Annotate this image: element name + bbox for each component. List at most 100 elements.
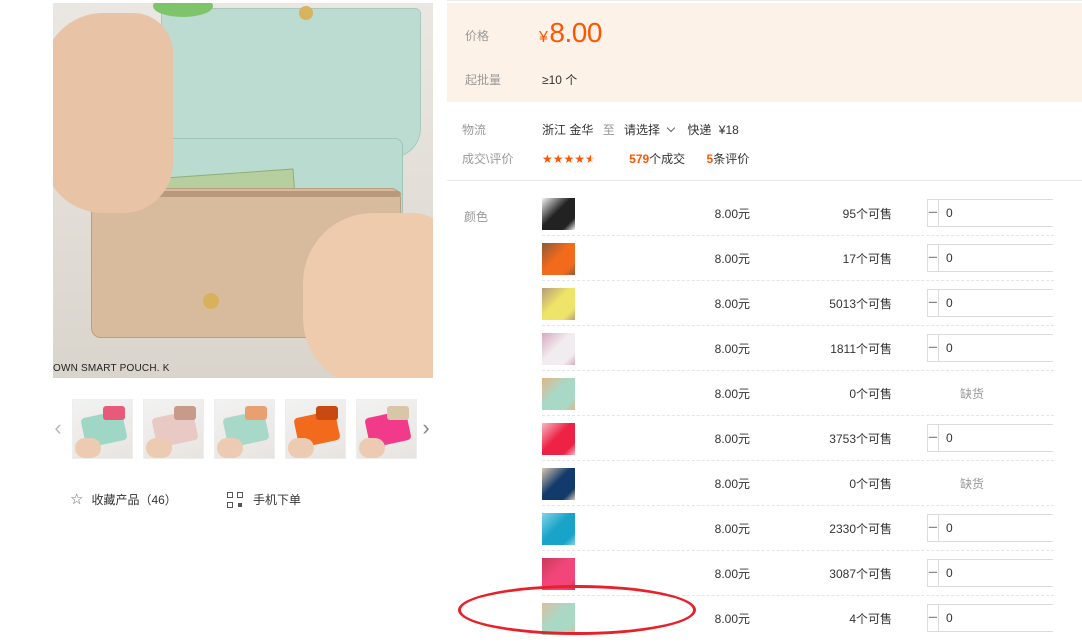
sku-price: 8.00元 (714, 207, 750, 221)
quantity-stepper: −+ (927, 334, 1082, 362)
sku-stock: 3087个可售 (829, 567, 892, 581)
product-thumbnail[interactable] (143, 399, 204, 459)
sku-row: 8.00元 17个可售 −+ (542, 236, 1082, 281)
quantity-stepper: −+ (927, 514, 1082, 542)
qr-code-icon (227, 491, 243, 508)
photo-clasp (203, 293, 219, 309)
quantity-stepper: −+ (927, 604, 1082, 632)
photo-left-hand (53, 13, 173, 213)
shipping-method: 快递 (687, 123, 712, 137)
quantity-input[interactable] (938, 560, 1082, 586)
sku-price: 8.00元 (714, 387, 750, 401)
quantity-input[interactable] (938, 515, 1082, 541)
thumbnail-hand (288, 438, 314, 458)
sku-swatch-image[interactable] (542, 378, 575, 410)
price-amount: 8.00 (549, 17, 602, 48)
currency-symbol: ¥ (539, 29, 548, 46)
minus-icon[interactable]: − (928, 425, 939, 451)
thumbnail-strip (72, 399, 417, 459)
sku-price: 8.00元 (714, 252, 750, 266)
thumbnail-detail (174, 406, 196, 420)
sku-price: 8.00元 (714, 567, 750, 581)
deals-link[interactable]: 579个成交 (629, 152, 685, 166)
sku-price: 8.00元 (714, 297, 750, 311)
quantity-stepper: −+ (927, 559, 1082, 587)
thumbnail-hand (359, 438, 385, 458)
sold-out-label: 缺货 (959, 387, 984, 401)
shipping-detail: 浙江 金华 至 请选择 快递 ¥18 (542, 121, 739, 138)
shipping-destination-select[interactable]: 请选择 (624, 123, 684, 137)
quantity-input[interactable] (938, 245, 1082, 271)
minus-icon[interactable]: − (928, 200, 939, 226)
reviews-link[interactable]: 5条评价 (707, 152, 750, 166)
quantity-stepper: −+ (927, 289, 1082, 317)
photo-caption: OWN SMART POUCH. K (53, 363, 170, 374)
quantity-input[interactable] (938, 425, 1082, 451)
sku-price: 8.00元 (714, 477, 750, 491)
product-thumbnail[interactable] (356, 399, 417, 459)
thumbnail-hand (146, 438, 172, 458)
sold-out-label: 缺货 (959, 477, 984, 491)
sku-swatch-image[interactable] (542, 288, 575, 320)
sku-price: 8.00元 (714, 342, 750, 356)
minus-icon[interactable]: − (928, 245, 939, 271)
quantity-stepper: −+ (927, 244, 1082, 272)
sku-swatch-image[interactable] (542, 333, 575, 365)
minus-icon[interactable]: − (928, 515, 939, 541)
thumbnail-prev-arrow-icon[interactable]: ‹ (51, 416, 65, 440)
favorite-product-button[interactable]: ☆ 收藏产品（46） (70, 491, 177, 508)
sku-price: 8.00元 (714, 522, 750, 536)
shipping-origin: 浙江 金华 (542, 123, 594, 137)
product-thumbnail[interactable] (285, 399, 346, 459)
mobile-order-label: 手机下单 (253, 493, 302, 507)
photo-clasp (299, 6, 313, 20)
mobile-order-button[interactable]: 手机下单 (227, 491, 301, 508)
color-option-label: 颜色 (464, 210, 489, 224)
sku-stock: 2330个可售 (829, 522, 892, 536)
quantity-input[interactable] (938, 335, 1082, 361)
quantity-input[interactable] (938, 200, 1082, 226)
rating-stars-icon: ★★★★★ (542, 152, 596, 166)
thumbnail-detail (387, 406, 409, 420)
sku-row: 8.00元 5013个可售 −+ (542, 281, 1082, 326)
reviews-suffix: 条评价 (713, 152, 750, 166)
sku-stock: 0个可售 (849, 477, 892, 491)
shipping-label: 物流 (462, 123, 487, 137)
quantity-stepper: −+ (927, 424, 1082, 452)
quantity-input[interactable] (938, 605, 1082, 631)
sku-swatch-image[interactable] (542, 198, 575, 230)
sku-stock: 5013个可售 (829, 297, 892, 311)
main-product-image[interactable]: OWN SMART POUCH. K (53, 3, 433, 378)
sku-stock: 4个可售 (849, 612, 892, 626)
moq-label: 起批量 (465, 73, 502, 87)
minus-icon[interactable]: − (928, 290, 939, 316)
deal-review-label: 成交\评价 (462, 152, 514, 166)
shipping-fee: ¥18 (718, 123, 739, 137)
minus-icon[interactable]: − (928, 335, 939, 361)
shipping-to: 至 (602, 123, 615, 137)
sku-swatch-image[interactable] (542, 423, 575, 455)
product-thumbnail[interactable] (72, 399, 133, 459)
thumbnail-next-arrow-icon[interactable]: › (419, 416, 433, 440)
moq-value: ≥10 个 (542, 73, 578, 87)
sku-swatch-image[interactable] (542, 468, 575, 500)
minus-icon[interactable]: − (928, 605, 939, 631)
sku-row: 8.00元 3753个可售 −+ (542, 416, 1082, 461)
sku-row: 8.00元 1811个可售 −+ (542, 326, 1082, 371)
quantity-input[interactable] (938, 290, 1082, 316)
sku-stock: 95个可售 (842, 207, 892, 221)
sku-price: 8.00元 (714, 432, 750, 446)
price-label: 价格 (465, 29, 490, 43)
thumbnail-detail (103, 406, 125, 420)
sku-stock: 17个可售 (842, 252, 892, 266)
product-thumbnail[interactable] (214, 399, 275, 459)
minus-icon[interactable]: − (928, 560, 939, 586)
sku-stock: 0个可售 (849, 387, 892, 401)
sku-stock: 1811个可售 (830, 342, 892, 356)
sku-swatch-image[interactable] (542, 243, 575, 275)
price-value: ¥8.00 (539, 17, 602, 49)
sku-swatch-image[interactable] (542, 513, 575, 545)
deals-count: 579 (629, 152, 650, 166)
deal-review-detail: ★★★★★ 579个成交 5条评价 (542, 150, 749, 167)
thumbnail-detail (245, 406, 267, 420)
